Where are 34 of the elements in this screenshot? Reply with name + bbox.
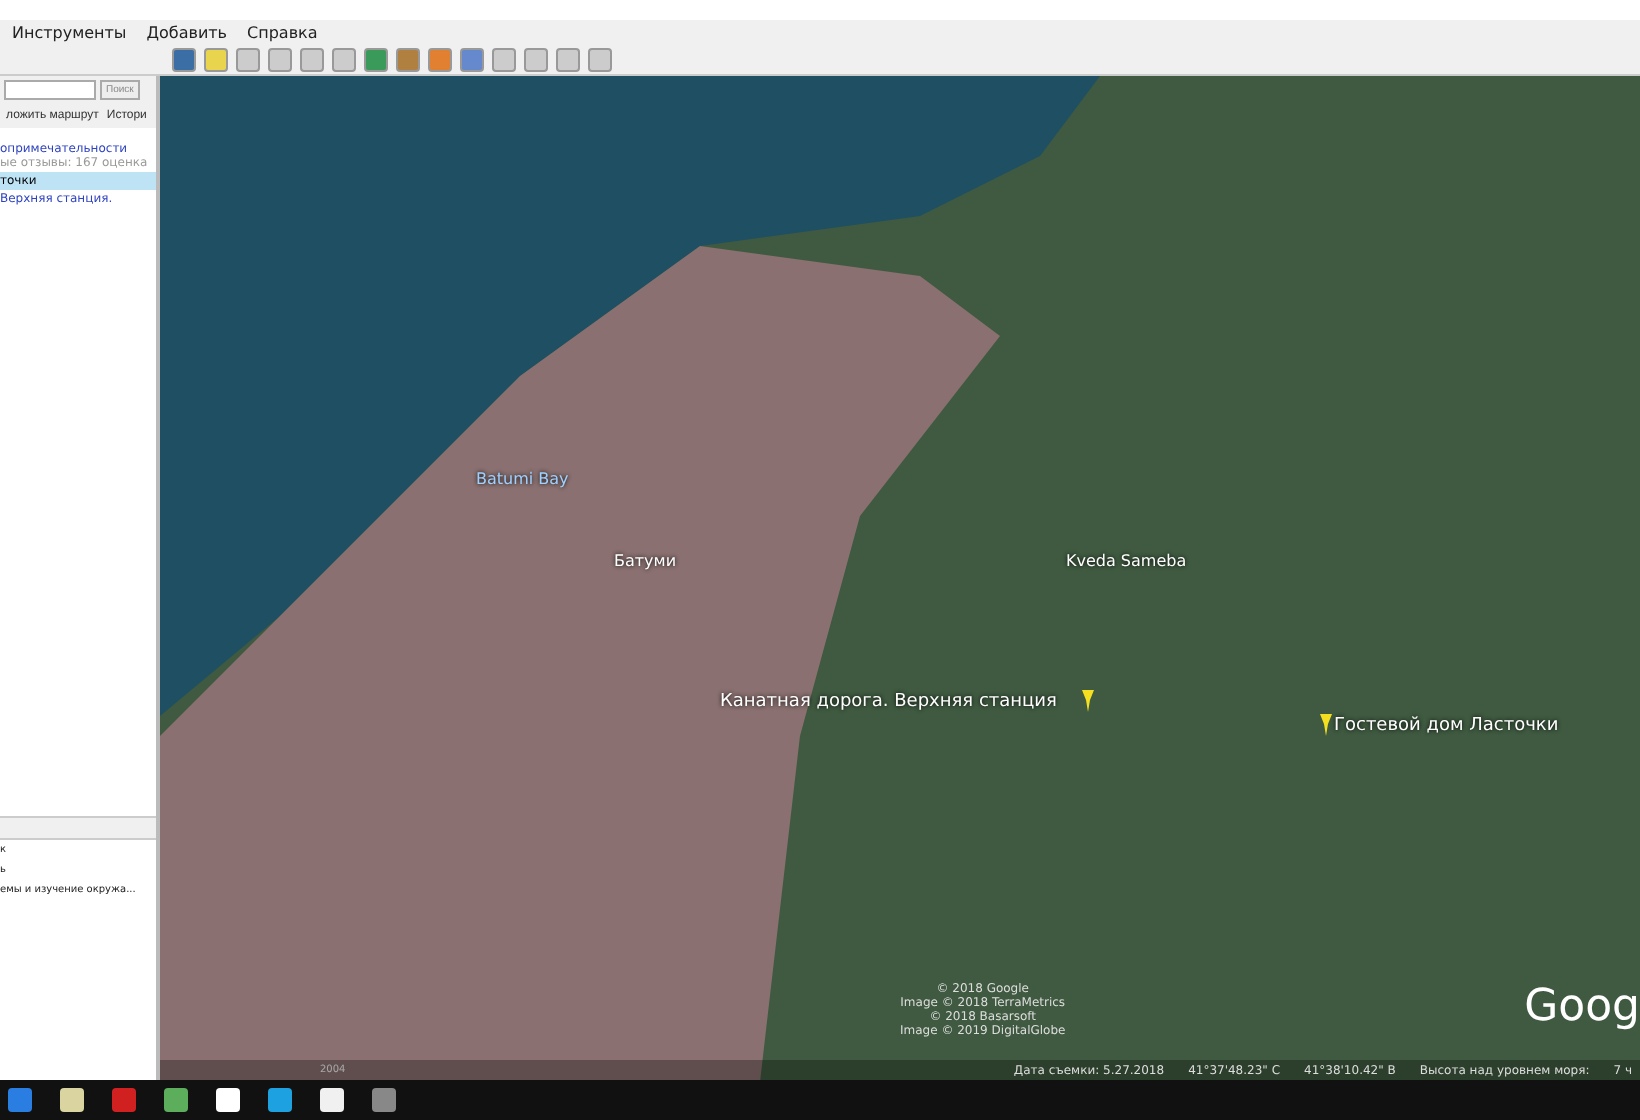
pushpin-icon[interactable] xyxy=(1080,688,1096,712)
menu-item[interactable]: Инструменты xyxy=(12,24,127,42)
map-label: Гостевой дом Ласточки xyxy=(1334,716,1559,736)
taskbar-icon[interactable] xyxy=(112,1088,136,1112)
toolbar-icon[interactable] xyxy=(460,48,484,72)
pushpin-icon[interactable] xyxy=(1318,712,1334,736)
search-field[interactable] xyxy=(4,80,96,100)
taskbar-icon[interactable] xyxy=(8,1088,32,1112)
taskbar-icon[interactable] xyxy=(164,1088,188,1112)
taskbar-icon[interactable] xyxy=(60,1088,84,1112)
toolbar-icon[interactable] xyxy=(268,48,292,72)
taskbar-icon[interactable] xyxy=(372,1088,396,1112)
taskbar-icon[interactable] xyxy=(320,1088,344,1112)
toolbar-icon[interactable] xyxy=(236,48,260,72)
taskbar-icon[interactable] xyxy=(216,1088,240,1112)
map-label: Batumi Bay xyxy=(476,470,569,488)
toolbar-icon[interactable] xyxy=(396,48,420,72)
map-label: Канатная дорога. Верхняя станция xyxy=(720,692,1057,712)
toolbar-icon[interactable] xyxy=(492,48,516,72)
taskbar-icon[interactable] xyxy=(268,1088,292,1112)
menu-item[interactable]: Справка xyxy=(247,24,318,42)
menu-item[interactable]: Добавить xyxy=(146,24,228,42)
map-logo: Goog xyxy=(1524,982,1640,1032)
toolbar-icon[interactable] xyxy=(524,48,548,72)
toolbar-icon[interactable] xyxy=(172,48,196,72)
toolbar-icon[interactable] xyxy=(204,48,228,72)
toolbar-icon[interactable] xyxy=(364,48,388,72)
toolbar-icon[interactable] xyxy=(332,48,356,72)
toolbar-icon[interactable] xyxy=(556,48,580,72)
map-label: Kveda Sameba xyxy=(1066,552,1187,570)
toolbar-icon[interactable] xyxy=(588,48,612,72)
toolbar-icon[interactable] xyxy=(300,48,324,72)
toolbar-icon[interactable] xyxy=(428,48,452,72)
map-label: Батуми xyxy=(614,552,677,570)
